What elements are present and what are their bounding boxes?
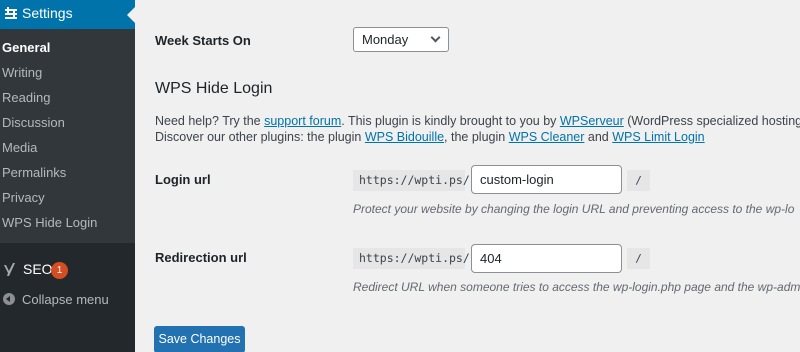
current-menu-arrow bbox=[127, 7, 135, 23]
collapse-menu-button[interactable]: Collapse menu bbox=[0, 290, 135, 310]
login-url-input[interactable]: custom-login bbox=[471, 165, 622, 194]
plugins-text-part: , the plugin bbox=[444, 130, 509, 144]
redirection-url-value: 404 bbox=[480, 251, 502, 266]
sidebar-item-media[interactable]: Media bbox=[2, 140, 37, 155]
help-text-part: Need help? Try the bbox=[155, 114, 265, 128]
login-url-prefix: https://wpti.ps/ bbox=[353, 170, 470, 191]
help-text: Need help? Try the support forum. This p… bbox=[155, 114, 800, 128]
support-forum-link[interactable]: support forum bbox=[264, 114, 341, 128]
redirection-url-label: Redirection url bbox=[155, 250, 247, 265]
help-text-part: (WordPress specialized hosting) bbox=[623, 114, 800, 128]
login-url-value: custom-login bbox=[480, 172, 554, 187]
plugins-text-part: and bbox=[584, 130, 613, 144]
week-starts-label: Week Starts On bbox=[155, 33, 251, 48]
login-url-suffix: / bbox=[627, 170, 650, 191]
sidebar-settings-label: Settings bbox=[22, 5, 73, 21]
sidebar-item-reading[interactable]: Reading bbox=[2, 90, 50, 105]
admin-sidebar: Settings General Writing Reading Discuss… bbox=[0, 0, 135, 352]
settings-content: Week Starts On Monday WPS Hide Login Nee… bbox=[135, 0, 800, 352]
week-starts-select[interactable]: Monday bbox=[353, 27, 449, 52]
sidebar-menu-seo[interactable]: SEO 1 bbox=[0, 256, 135, 282]
wps-cleaner-link[interactable]: WPS Cleaner bbox=[509, 130, 585, 144]
redirection-url-suffix: / bbox=[627, 248, 650, 269]
redirection-url-prefix: https://wpti.ps/ bbox=[353, 248, 470, 269]
sidebar-item-general[interactable]: General bbox=[2, 40, 50, 55]
redirection-url-input[interactable]: 404 bbox=[471, 244, 622, 273]
redirection-url-description: Redirect URL when someone tries to acces… bbox=[353, 280, 800, 294]
yoast-seo-icon bbox=[4, 263, 15, 276]
save-changes-button[interactable]: Save Changes bbox=[154, 326, 245, 352]
wps-limit-login-link[interactable]: WPS Limit Login bbox=[612, 130, 704, 144]
sidebar-seo-label: SEO bbox=[23, 261, 53, 277]
login-url-description: Protect your website by changing the log… bbox=[353, 202, 795, 216]
settings-sliders-icon bbox=[5, 7, 17, 19]
plugins-text: Discover our other plugins: the plugin W… bbox=[155, 130, 705, 144]
wpserveur-link[interactable]: WPServeur bbox=[560, 114, 624, 128]
plugins-text-part: Discover our other plugins: the plugin bbox=[155, 130, 365, 144]
wps-bidouille-link[interactable]: WPS Bidouille bbox=[365, 130, 444, 144]
sidebar-menu-settings[interactable]: Settings bbox=[0, 0, 135, 29]
sidebar-item-wps-hide-login[interactable]: WPS Hide Login bbox=[2, 215, 97, 230]
seo-notification-badge: 1 bbox=[51, 262, 68, 279]
collapse-arrow-icon bbox=[3, 293, 15, 305]
sidebar-item-permalinks[interactable]: Permalinks bbox=[2, 165, 66, 180]
week-starts-value: Monday bbox=[362, 32, 409, 47]
sidebar-item-discussion[interactable]: Discussion bbox=[2, 115, 65, 130]
help-text-part: . This plugin is kindly brought to you b… bbox=[341, 114, 560, 128]
settings-submenu: General Writing Reading Discussion Media… bbox=[0, 29, 135, 243]
sidebar-item-writing[interactable]: Writing bbox=[2, 65, 42, 80]
section-title: WPS Hide Login bbox=[155, 80, 273, 97]
chevron-down-icon bbox=[430, 32, 441, 43]
sidebar-item-privacy[interactable]: Privacy bbox=[2, 190, 45, 205]
collapse-menu-label: Collapse menu bbox=[22, 292, 109, 307]
login-url-label: Login url bbox=[155, 172, 211, 187]
